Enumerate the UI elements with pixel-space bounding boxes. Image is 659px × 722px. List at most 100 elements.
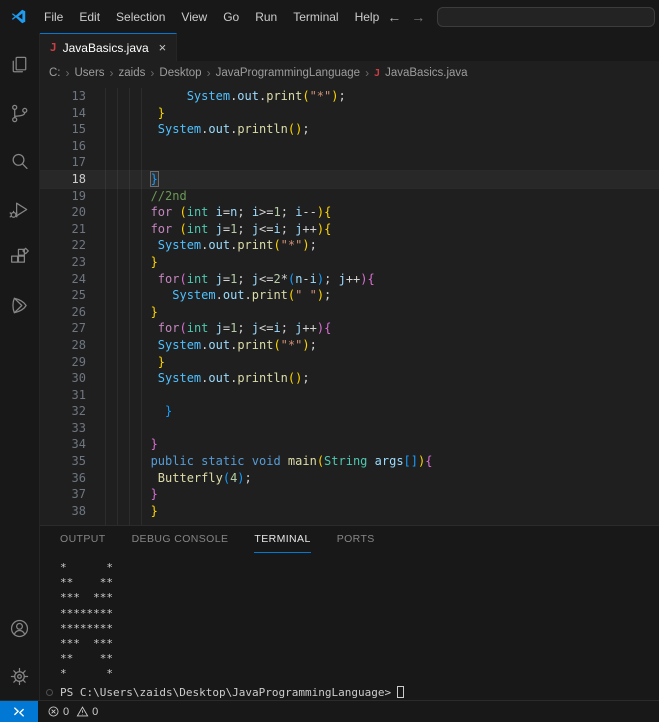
code-line-37[interactable]: 37 } (40, 486, 659, 503)
menu-selection[interactable]: Selection (108, 6, 173, 28)
breadcrumb-item[interactable]: Users (75, 67, 105, 79)
breadcrumb-item[interactable]: Desktop (159, 67, 201, 79)
title-bar: File Edit Selection View Go Run Terminal Help ←… (0, 0, 659, 33)
line-number: 27 (71, 321, 86, 336)
menu-terminal[interactable]: Terminal (285, 6, 346, 28)
terminal-prompt-row: PS C:\Users\zaids\Desktop\JavaProgrammin… (46, 685, 659, 700)
menu-view[interactable]: View (173, 6, 215, 28)
terminal[interactable]: * * ** ** *** *** ******** ******** *** *** **… (40, 553, 659, 700)
code-line-13[interactable]: 13 System.out.print("*"); (40, 88, 659, 105)
code-line-24[interactable]: 24 for(int j=1; j<=2*(n-i); j++){ (40, 271, 659, 288)
code-text: System.out.print("*"); (157, 337, 317, 352)
errors-icon (48, 706, 59, 717)
terminal-output-line: *** *** (60, 636, 113, 650)
code-text: public static void main(String args[]){ (150, 454, 433, 469)
line-number: 29 (71, 354, 86, 369)
line-number: 37 (71, 487, 86, 502)
remote-icon (14, 706, 24, 717)
line-number: 35 (71, 454, 86, 469)
code-line-21[interactable]: 21 for (int j=1; j<=i; j++){ (40, 221, 659, 238)
code-line-18[interactable]: 18 } (40, 170, 659, 188)
settings-icon[interactable] (0, 652, 40, 700)
nav-forward-button[interactable]: → (411, 9, 425, 25)
status-bar: 0 0 (0, 700, 659, 722)
code-line-29[interactable]: 29 } (40, 354, 659, 371)
code-line-22[interactable]: 22 System.out.print("*"); (40, 237, 659, 254)
line-number: 30 (71, 371, 86, 386)
code-line-20[interactable]: 20 for (int i=n; i>=1; i--){ (40, 204, 659, 221)
menu-file[interactable]: File (36, 6, 71, 28)
breadcrumb-java-file-icon: J (374, 67, 381, 79)
code-text: for(int j=1; j<=i; j++){ (157, 321, 332, 336)
vscode-window: File Edit Selection View Go Run Terminal Help ←… (0, 0, 659, 722)
remote-indicator-button[interactable] (0, 701, 38, 722)
code-text: } (150, 487, 158, 502)
code-text: } (165, 404, 173, 419)
code-line-28[interactable]: 28 System.out.print("*"); (40, 337, 659, 354)
bottom-panel: OUTPUT DEBUG CONSOLE TERMINAL PORTS * * ** *… (40, 525, 659, 700)
panel-tab-debug-console[interactable]: DEBUG CONSOLE (132, 526, 229, 553)
code-text: for (int j=1; j<=i; j++){ (150, 221, 332, 236)
activity-bar (0, 33, 40, 700)
warnings-icon (76, 706, 89, 717)
source-control-icon[interactable] (0, 89, 40, 137)
code-text: for (int i=n; i>=1; i--){ (150, 205, 332, 220)
line-number: 13 (71, 89, 86, 103)
tab-close-icon[interactable]: × (159, 40, 167, 55)
line-number: 23 (71, 254, 86, 269)
menu-help[interactable]: Help (347, 6, 388, 28)
code-line-14[interactable]: 14 } (40, 105, 659, 122)
custom-extension-icon[interactable] (0, 281, 40, 329)
run-debug-icon[interactable] (0, 185, 40, 233)
code-line-36[interactable]: 36 Butterfly(4); (40, 470, 659, 487)
code-line-38[interactable]: 38 } (40, 503, 659, 520)
panel-tab-terminal[interactable]: TERMINAL (254, 526, 311, 553)
menu-go[interactable]: Go (215, 6, 247, 28)
extensions-icon[interactable] (0, 233, 40, 281)
account-icon[interactable] (0, 604, 40, 652)
command-decoration-icon (46, 688, 53, 696)
code-text: } (150, 437, 158, 452)
code-line-15[interactable]: 15 System.out.println(); (40, 121, 659, 138)
code-line-30[interactable]: 30 System.out.println(); (40, 370, 659, 387)
code-text: Butterfly(4); (157, 470, 252, 485)
code-text: System.out.print(" "); (172, 288, 332, 303)
search-icon[interactable] (0, 137, 40, 185)
code-line-16[interactable]: 16 (40, 138, 659, 155)
panel-tab-ports[interactable]: PORTS (337, 526, 375, 553)
code-line-34[interactable]: 34 } (40, 436, 659, 453)
terminal-output-line: * * (60, 667, 113, 681)
menu-edit[interactable]: Edit (71, 6, 108, 28)
code-text: } (149, 170, 160, 187)
terminal-cursor (397, 686, 405, 699)
terminal-output: * * ** ** *** *** ******** ******** *** *** **… (60, 560, 659, 682)
terminal-output-line: ******** (60, 621, 113, 635)
code-text: for(int j=1; j<=2*(n-i); j++){ (157, 271, 375, 286)
nav-back-button[interactable]: ← (387, 9, 401, 25)
code-line-32[interactable]: 32 } (40, 403, 659, 420)
line-number: 19 (71, 188, 86, 203)
menu-run[interactable]: Run (247, 6, 285, 28)
panel-tab-output[interactable]: OUTPUT (60, 526, 106, 553)
code-line-25[interactable]: 25 System.out.print(" "); (40, 287, 659, 304)
line-number: 15 (71, 122, 86, 137)
code-line-33[interactable]: 33 (40, 420, 659, 437)
code-line-23[interactable]: 23 } (40, 254, 659, 271)
code-line-17[interactable]: 17 (40, 154, 659, 171)
tab-javabasics-java[interactable]: J JavaBasics.java × (40, 33, 178, 61)
code-line-31[interactable]: 31 (40, 387, 659, 404)
text-cursor (157, 171, 160, 185)
breadcrumb-item[interactable]: JavaProgrammingLanguage (216, 67, 360, 79)
breadcrumb-item[interactable]: JavaBasics.java (385, 67, 467, 79)
code-editor[interactable]: 13 System.out.print("*"); 14 } 15 System.o… (40, 85, 659, 525)
code-line-19[interactable]: 19 //2nd (40, 188, 659, 205)
code-line-35[interactable]: 35 public static void main(String args[]… (40, 453, 659, 470)
explorer-icon[interactable] (0, 41, 40, 89)
breadcrumb-item[interactable]: C: (49, 67, 61, 79)
breadcrumb-item[interactable]: zaids (119, 67, 146, 79)
errors-count: 0 (63, 705, 70, 718)
command-center-searchbox[interactable] (437, 6, 655, 27)
problems-indicator[interactable]: 0 0 (47, 705, 102, 718)
code-line-26[interactable]: 26 } (40, 304, 659, 321)
code-line-27[interactable]: 27 for(int j=1; j<=i; j++){ (40, 320, 659, 337)
